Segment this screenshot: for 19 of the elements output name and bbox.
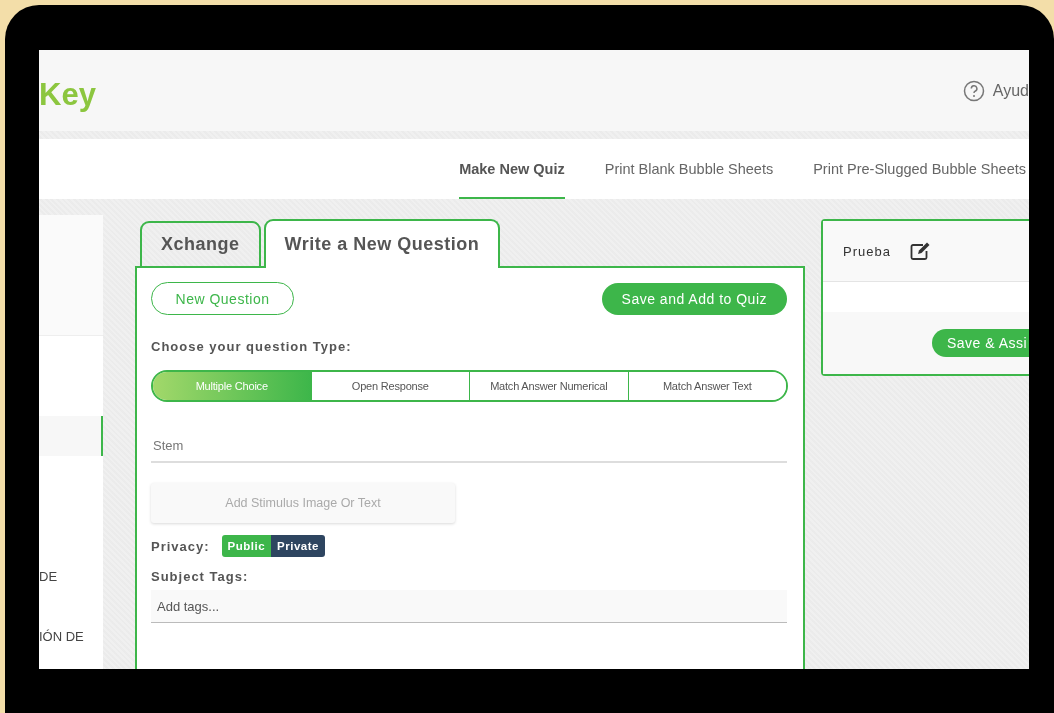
- quiz-title: Prueba: [843, 243, 891, 259]
- privacy-label: Privacy:: [151, 538, 210, 554]
- help-icon[interactable]: [962, 79, 985, 102]
- nav-tab[interactable]: Print Pre-Slugged Bubble Sheets: [813, 139, 1026, 199]
- editor-tab[interactable]: Write a New Question: [263, 219, 501, 268]
- subject-tags-label: Subject Tags:: [151, 569, 250, 584]
- sidebar-item[interactable]: [39, 416, 103, 456]
- editor-tab[interactable]: Xchange: [140, 221, 261, 268]
- question-type-option[interactable]: Match Answer Text: [627, 372, 786, 400]
- edit-icon[interactable]: [909, 241, 931, 261]
- sidebar-item[interactable]: IÓN DE: [39, 616, 103, 656]
- nav-tab[interactable]: Make New Quiz: [459, 139, 565, 199]
- tags-field[interactable]: Add tags...: [151, 590, 787, 623]
- sidebar-item[interactable]: DE: [39, 556, 103, 596]
- nav-tab[interactable]: Print Blank Bubble Sheets: [604, 139, 774, 199]
- question-type-label: Choose your question Type:: [151, 339, 353, 354]
- logo: Key: [39, 76, 96, 113]
- privacy-option[interactable]: Private: [271, 535, 325, 557]
- help-link[interactable]: Ayud: [992, 81, 1029, 100]
